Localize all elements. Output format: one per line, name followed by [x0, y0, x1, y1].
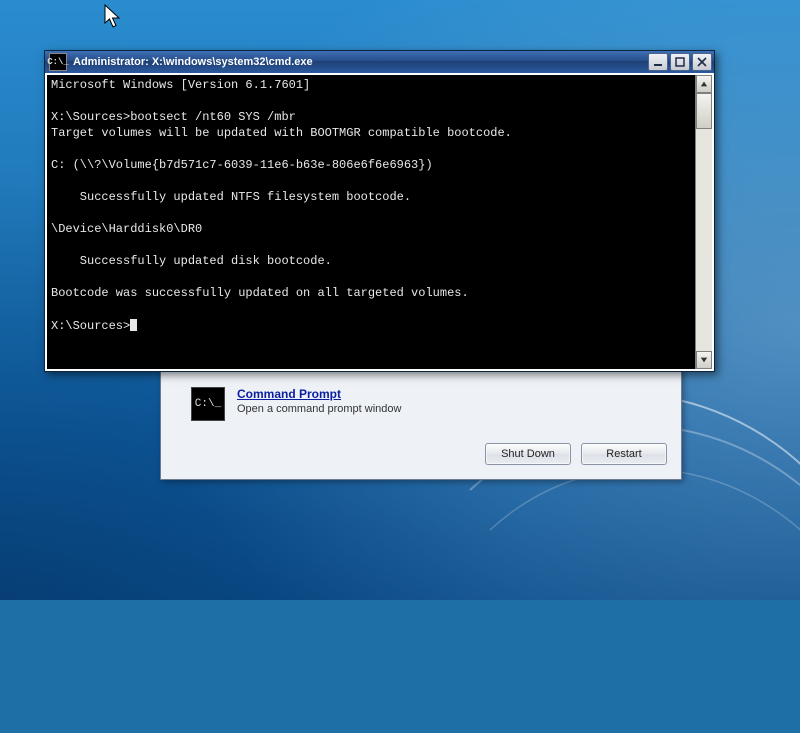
- cmd-line: \Device\Harddisk0\DR0: [51, 222, 202, 236]
- command-prompt-desc: Open a command prompt window: [237, 403, 401, 415]
- cmd-title-icon: C:\_: [49, 53, 67, 71]
- cmd-line: C: (\\?\Volume{b7d571c7-6039-11e6-b63e-8…: [51, 158, 433, 172]
- cmd-line: X:\Sources>bootsect /nt60 SYS /mbr: [51, 110, 296, 124]
- scroll-track[interactable]: [696, 93, 712, 351]
- recovery-panel-buttons: Shut Down Restart: [485, 443, 667, 465]
- scroll-down-button[interactable]: [696, 351, 712, 369]
- shutdown-button[interactable]: Shut Down: [485, 443, 571, 465]
- window-controls: [648, 53, 712, 71]
- cmd-line: Successfully updated disk bootcode.: [51, 254, 332, 268]
- scroll-thumb[interactable]: [696, 93, 712, 129]
- cmd-window: C:\_ Administrator: X:\windows\system32\…: [44, 50, 715, 372]
- cmd-titlebar[interactable]: C:\_ Administrator: X:\windows\system32\…: [45, 51, 714, 73]
- cmd-client-area: Microsoft Windows [Version 6.1.7601] X:\…: [45, 73, 714, 371]
- command-prompt-icon-glyph: C:\_: [195, 398, 221, 410]
- cmd-line: Microsoft Windows [Version 6.1.7601]: [51, 78, 310, 92]
- recovery-tool-command-prompt: C:\_ Command Prompt Open a command promp…: [191, 387, 651, 433]
- maximize-button[interactable]: [670, 53, 690, 71]
- cmd-cursor: [130, 319, 137, 331]
- cmd-output[interactable]: Microsoft Windows [Version 6.1.7601] X:\…: [49, 77, 694, 367]
- cmd-line: Successfully updated NTFS filesystem boo…: [51, 190, 411, 204]
- cmd-title: Administrator: X:\windows\system32\cmd.e…: [73, 56, 642, 68]
- cmd-line: X:\Sources>: [51, 319, 130, 333]
- cmd-line: Bootcode was successfully updated on all…: [51, 286, 469, 300]
- command-prompt-link[interactable]: Command Prompt: [237, 387, 341, 401]
- cmd-vertical-scrollbar: [695, 75, 712, 369]
- cmd-title-icon-glyph: C:\_: [47, 57, 69, 67]
- scroll-up-button[interactable]: [696, 75, 712, 93]
- restart-button[interactable]: Restart: [581, 443, 667, 465]
- recovery-tool-text: Command Prompt Open a command prompt win…: [237, 387, 401, 415]
- close-button[interactable]: [692, 53, 712, 71]
- cmd-line: Target volumes will be updated with BOOT…: [51, 126, 512, 140]
- minimize-button[interactable]: [648, 53, 668, 71]
- command-prompt-icon: C:\_: [191, 387, 225, 421]
